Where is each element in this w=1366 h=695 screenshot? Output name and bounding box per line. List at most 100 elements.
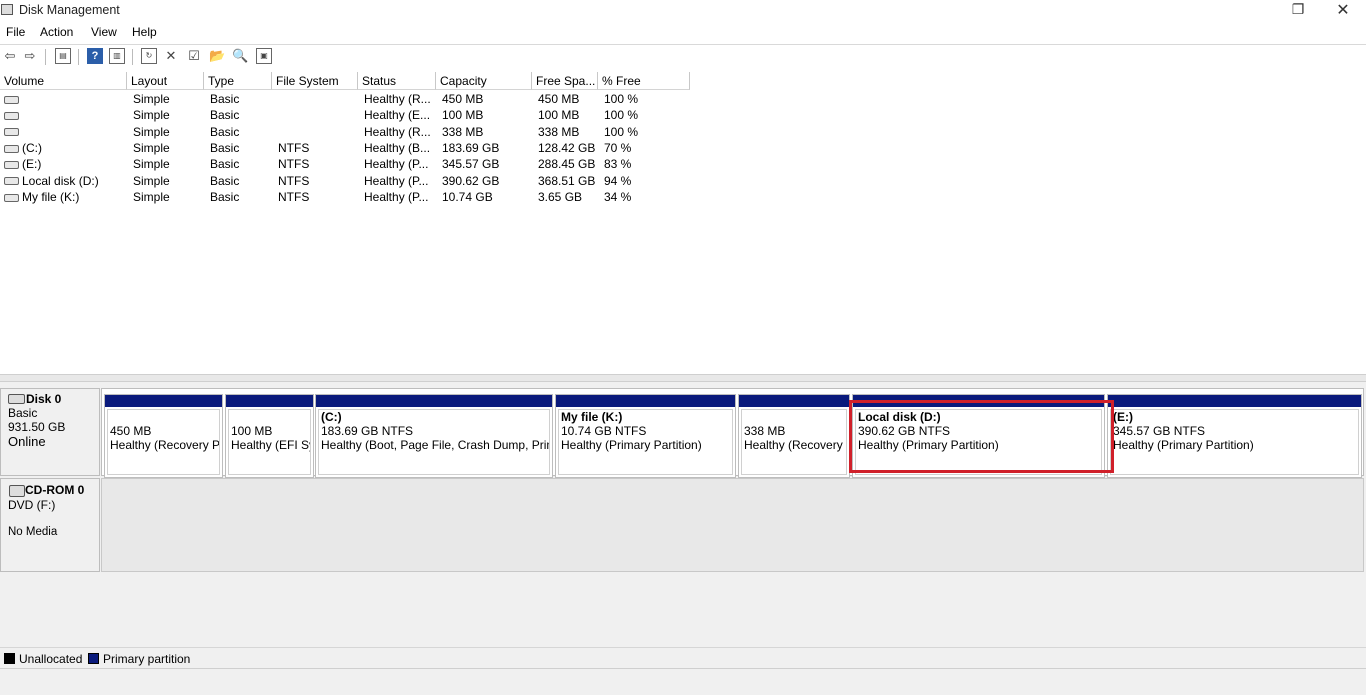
table-cell: Basic	[210, 124, 240, 139]
partition-block[interactable]: 450 MBHealthy (Recovery Partition)	[104, 394, 223, 478]
cdrom-name: CD-ROM 0	[25, 483, 85, 497]
partition-size: 10.74 GB NTFS	[561, 424, 647, 438]
close-button[interactable]: ✕	[1333, 0, 1353, 20]
volume-name-cell[interactable]	[4, 107, 126, 123]
volume-name: (C:)	[22, 140, 42, 155]
table-cell: Basic	[210, 92, 240, 106]
table-cell: 3.65 GB	[538, 189, 583, 204]
legend: Unallocated Primary partition	[0, 647, 1366, 668]
partition-status: Healthy (Primary Partition)	[1113, 438, 1254, 452]
restore-button[interactable]: ❐	[1288, 1, 1308, 19]
table-cell	[278, 91, 356, 107]
cdrom-drive: DVD (F:)	[8, 498, 56, 512]
console-tree-icon[interactable]: ▤	[55, 48, 71, 64]
volume-name-cell[interactable]: Local disk (D:)	[4, 173, 126, 189]
disk-icon	[8, 394, 25, 404]
table-cell: Basic	[210, 157, 240, 172]
table-cell: Basic	[210, 140, 240, 155]
table-cell: Healthy (B...	[364, 140, 431, 155]
table-cell: Basic	[210, 189, 240, 204]
partition-bar	[556, 395, 735, 407]
drive-icon	[4, 128, 19, 137]
table-cell: Healthy (R...	[364, 124, 431, 139]
table-cell: Healthy (E...	[364, 108, 431, 123]
table-cell: 100 %	[604, 124, 639, 139]
partition-size: 450 MB	[110, 424, 152, 438]
table-cell: 100 %	[604, 108, 639, 123]
partition-bar	[739, 395, 849, 407]
forward-arrow-icon[interactable]: ⇨	[22, 48, 38, 64]
cdrom-icon	[9, 485, 25, 497]
table-cell: 450 MB	[538, 92, 580, 106]
column-header-file-system[interactable]: File System	[272, 72, 358, 90]
partition-block[interactable]: My file (K:) 10.74 GB NTFS Healthy (Primar…	[555, 394, 736, 478]
export-icon[interactable]: ▣	[256, 48, 272, 64]
open-folder-icon[interactable]: 📂	[209, 48, 225, 64]
drive-icon	[4, 144, 19, 153]
menu-file[interactable]: File	[6, 25, 25, 39]
column-header-status[interactable]: Status	[358, 72, 436, 90]
partition-block[interactable]: 100 MBHealthy (EFI System Partition)	[225, 394, 314, 478]
volume-name-cell[interactable]: My file (K:)	[4, 189, 126, 205]
menu-view[interactable]: View	[91, 25, 117, 39]
menu-help[interactable]: Help	[132, 25, 157, 39]
disk-0-label[interactable]: Disk 0 Basic 931.50 GB Online	[0, 388, 100, 476]
column-header-free-space[interactable]: Free Spa...	[532, 72, 598, 90]
table-cell: Simple	[133, 173, 170, 188]
table-cell: 10.74 GB	[442, 189, 493, 204]
legend-swatch-unallocated	[4, 653, 15, 664]
help-icon[interactable]: ?	[87, 48, 103, 64]
disk-state: Online	[8, 434, 46, 449]
selection-highlight	[849, 400, 1114, 473]
partition-size: 345.57 GB NTFS	[1113, 424, 1206, 438]
table-cell: 34 %	[604, 189, 632, 204]
partition-bar	[105, 395, 222, 407]
partition-status: Healthy (Recovery Partition)	[110, 438, 219, 452]
cdrom-0-label[interactable]: CD-ROM 0 DVD (F:) No Media	[0, 478, 100, 572]
column-header-capacity[interactable]: Capacity	[436, 72, 532, 90]
table-cell: NTFS	[278, 140, 310, 155]
volume-name-cell[interactable]: (E:)	[4, 156, 126, 172]
column-header-type[interactable]: Type	[204, 72, 272, 90]
partition-block[interactable]: (E:) 345.57 GB NTFS Healthy (Primary Parti…	[1107, 394, 1362, 478]
disk-name: Disk 0	[26, 392, 62, 406]
column-header-percent-free[interactable]: % Free	[598, 72, 690, 90]
table-cell: 368.51 GB	[538, 173, 596, 188]
table-cell: 94 %	[604, 173, 632, 188]
properties-pane-icon[interactable]: ▥	[109, 48, 125, 64]
properties-icon[interactable]: ☑	[186, 48, 202, 64]
legend-label-primary: Primary partition	[103, 652, 191, 666]
partition-status: Healthy (Primary Partition)	[561, 438, 702, 452]
table-cell: Simple	[133, 157, 170, 172]
table-cell: Simple	[133, 108, 170, 123]
partition-block[interactable]: (C:) 183.69 GB NTFS Healthy (Boot, Page Fi…	[315, 394, 553, 478]
table-cell: Simple	[133, 124, 170, 139]
window-title: Disk Management	[19, 3, 120, 17]
column-header-volume[interactable]: Volume	[0, 72, 127, 90]
table-cell: 100 MB	[442, 108, 484, 123]
delete-icon[interactable]: ✕	[163, 48, 179, 64]
disk-size: 931.50 GB	[8, 420, 66, 434]
table-cell: NTFS	[278, 189, 310, 204]
partition-size: 338 MB	[744, 424, 786, 438]
refresh-icon[interactable]: ↻	[141, 48, 157, 64]
partition-title: (C:)	[321, 410, 342, 424]
search-icon[interactable]: 🔍	[232, 48, 248, 64]
volume-name-cell[interactable]: (C:)	[4, 140, 126, 156]
volume-name-cell[interactable]	[4, 91, 126, 107]
table-cell: NTFS	[278, 173, 310, 188]
partition-status: Healthy (Recovery Partition)	[744, 438, 846, 452]
table-cell: 338 MB	[538, 124, 580, 139]
toolbar-separator	[132, 49, 133, 65]
back-arrow-icon[interactable]: ⇦	[2, 48, 18, 64]
partition-size: 183.69 GB NTFS	[321, 424, 414, 438]
partition-status: Healthy (Boot, Page File, Crash Dump, Pr…	[321, 438, 549, 452]
pane-splitter[interactable]	[0, 374, 1366, 382]
volume-name-cell[interactable]	[4, 124, 126, 140]
table-cell: 288.45 GB	[538, 157, 596, 172]
column-header-layout[interactable]: Layout	[127, 72, 204, 90]
drive-icon	[4, 193, 19, 202]
legend-swatch-primary	[88, 653, 99, 664]
menu-action[interactable]: Action	[40, 25, 73, 39]
partition-block[interactable]: 338 MBHealthy (Recovery Partition)	[738, 394, 850, 478]
